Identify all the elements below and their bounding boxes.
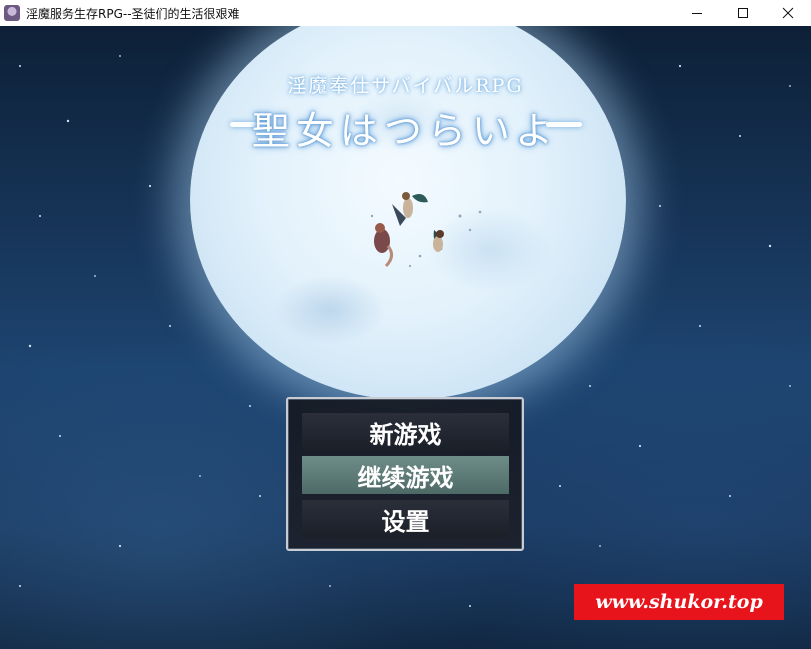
title-menu: 新游戏 继续游戏 设置 — [286, 397, 524, 551]
minimize-icon — [692, 13, 702, 14]
minimize-button[interactable] — [674, 0, 720, 26]
window-title: 淫魔服务生存RPG--圣徒们的生活很艰难 — [26, 6, 240, 21]
game-title-logo: 聖女はつらいよ — [251, 109, 560, 153]
close-icon — [782, 7, 794, 19]
menu-settings[interactable]: 设置 — [302, 500, 509, 538]
maximize-icon — [738, 8, 748, 18]
close-button[interactable] — [765, 0, 811, 26]
watermark: www.shukor.top — [574, 584, 784, 620]
game-canvas: 淫魔奉仕サバイバルRPG 聖女はつらいよ 新游戏 继续游戏 设置 www.shu… — [0, 26, 811, 649]
menu-continue[interactable]: 继续游戏 — [302, 456, 509, 494]
window-titlebar: 淫魔服务生存RPG--圣徒们的生活很艰难 — [0, 0, 811, 26]
title-dash-right — [546, 122, 582, 127]
app-icon — [4, 5, 20, 21]
game-subtitle: 淫魔奉仕サバイバルRPG — [287, 75, 524, 97]
fairies-illustration — [370, 192, 482, 268]
menu-new-game[interactable]: 新游戏 — [302, 413, 509, 451]
maximize-button[interactable] — [720, 0, 766, 26]
